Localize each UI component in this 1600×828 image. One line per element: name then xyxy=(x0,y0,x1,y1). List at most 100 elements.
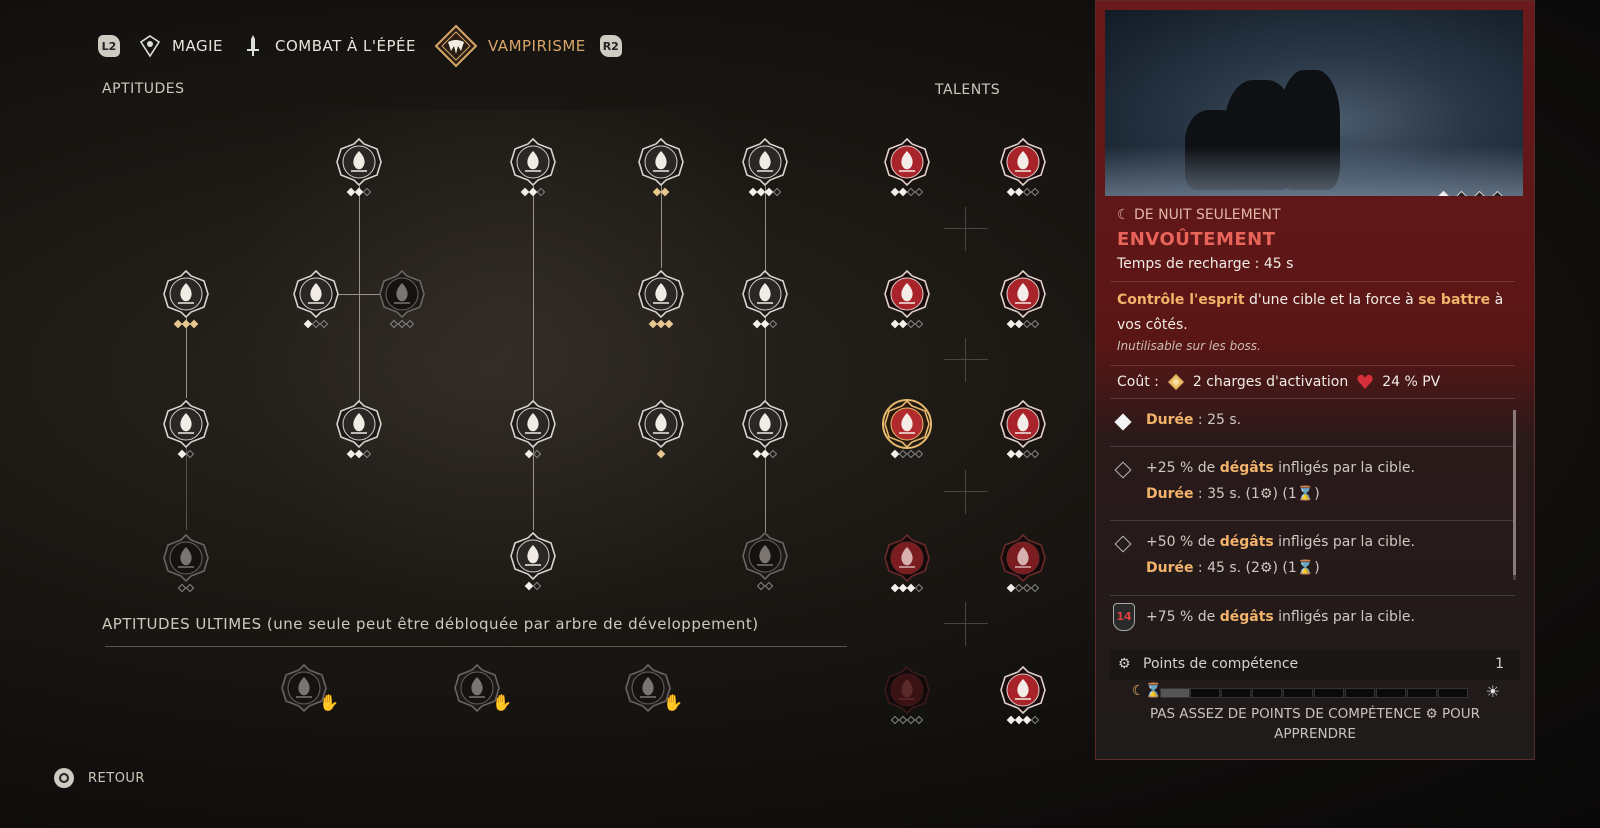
connector-line xyxy=(186,448,187,530)
skill-node-bone-hand[interactable] xyxy=(334,399,384,459)
level-pip xyxy=(185,449,195,459)
level-pip xyxy=(1030,715,1040,725)
progress-bar: ☾⌛ ☀ xyxy=(1132,682,1500,701)
back-button[interactable]: RETOUR xyxy=(54,768,145,788)
level-line-2: Durée : 45 s. (2⚙) (1⌛) xyxy=(1146,560,1320,576)
ultimate-node-ult-skull[interactable]: ✋ xyxy=(279,663,339,713)
magic-eye-icon xyxy=(138,34,162,58)
level-pip xyxy=(914,583,924,593)
level-line-1: +25 % de dégâts infligés par la cible. xyxy=(1146,460,1415,476)
skill-cost: Coût : 2 charges d'activation 24 % PV xyxy=(1117,373,1440,391)
skill-node-dragon-claw[interactable] xyxy=(998,399,1048,459)
connector-line xyxy=(661,186,662,268)
activation-charge-icon xyxy=(1167,374,1184,390)
connector-line xyxy=(533,186,534,530)
skill-node-fang-flower[interactable] xyxy=(882,137,932,197)
blood-rain-icon xyxy=(740,137,790,187)
l2-trigger-button[interactable]: L2 xyxy=(98,35,120,57)
cost-label: Coût : xyxy=(1117,374,1159,390)
skill-node-blood-chalice[interactable] xyxy=(508,531,558,591)
level-pip xyxy=(189,319,199,329)
ultimate-node-ult-eye[interactable]: ✋ xyxy=(452,663,512,713)
skill-node-bird-wing[interactable] xyxy=(998,137,1048,197)
spiral-vortex-icon xyxy=(882,399,932,449)
skill-point-gear-icon: ⚙ xyxy=(1118,656,1131,672)
level-pip xyxy=(185,583,195,593)
skill-node-fangs-bite[interactable] xyxy=(508,137,558,197)
heart-thorn-icon xyxy=(998,533,1048,583)
skill-level-pips xyxy=(303,319,329,329)
skill-node-spiked-burst[interactable] xyxy=(998,269,1048,329)
spiked-burst-icon xyxy=(998,269,1048,319)
preview-pagination[interactable] xyxy=(1435,190,1506,196)
dragon-claw-icon xyxy=(998,399,1048,449)
skill-node-claw-fangs[interactable] xyxy=(291,269,341,329)
blood-chalice-icon xyxy=(508,531,558,581)
tab-vampirisme[interactable]: VAMPIRISME xyxy=(434,24,586,68)
skill-preview-video[interactable] xyxy=(1105,10,1523,196)
progress-segment xyxy=(1283,688,1313,698)
skill-node-wolf-head[interactable] xyxy=(882,269,932,329)
r2-trigger-button[interactable]: R2 xyxy=(599,35,622,57)
skill-level-pips xyxy=(1006,319,1040,329)
skill-node-beast-claw[interactable] xyxy=(740,531,790,591)
aptitudes-heading: APTITUDES xyxy=(102,81,185,97)
ultimate-divider xyxy=(105,646,847,647)
progress-segment xyxy=(1376,688,1406,698)
skill-node-hidden-eye[interactable] xyxy=(161,533,211,593)
skill-node-spiral-vortex[interactable] xyxy=(882,399,932,459)
bone-hand-icon xyxy=(334,399,384,449)
level-pip xyxy=(914,319,924,329)
sword-icon xyxy=(241,34,265,58)
skill-level-pips xyxy=(752,449,778,459)
skill-node-triple-claw[interactable] xyxy=(740,399,790,459)
cost-hp: 24 % PV xyxy=(1382,374,1441,390)
skill-node-wolf-howl[interactable] xyxy=(998,665,1048,725)
skill-node-mist-drop[interactable] xyxy=(334,137,384,197)
level-pip xyxy=(532,449,542,459)
skill-node-crossed-blades[interactable] xyxy=(508,399,558,459)
progress-fill xyxy=(1160,688,1190,698)
skill-node-bull-skull[interactable] xyxy=(882,533,932,593)
skill-node-bat-swarm[interactable] xyxy=(636,269,686,329)
crossed-blades-icon xyxy=(508,399,558,449)
moon-icon: ☾⌛ xyxy=(1132,683,1162,699)
level-pip xyxy=(764,581,774,591)
skill-level-pips xyxy=(890,449,924,459)
skill-node-eye-sigil[interactable] xyxy=(636,137,686,197)
moon-icon: ☾ xyxy=(1117,207,1135,223)
skill-node-blood-drops[interactable] xyxy=(161,399,211,459)
ultimate-heading: APTITUDES ULTIMES (une seule peut être d… xyxy=(102,615,759,633)
level-pip xyxy=(1030,319,1040,329)
health-heart-icon xyxy=(1357,374,1373,389)
level-pip xyxy=(664,319,674,329)
skill-title: ENVOÛTEMENT xyxy=(1117,229,1276,250)
separator xyxy=(1110,398,1515,399)
skill-level-pips xyxy=(177,449,195,459)
level-pip xyxy=(319,319,329,329)
skill-node-heart-thorn[interactable] xyxy=(998,533,1048,593)
levels-scrollbar[interactable] xyxy=(1513,410,1516,580)
skill-level-pips xyxy=(648,319,674,329)
progress-segment xyxy=(1252,688,1282,698)
dark-sigil-icon xyxy=(377,269,427,319)
skill-node-flame-hand[interactable] xyxy=(161,269,211,329)
bat-swarm-icon xyxy=(636,269,686,319)
vampire-fangs-icon xyxy=(434,24,478,68)
skill-node-blood-rain[interactable] xyxy=(740,137,790,197)
skill-node-dark-sigil[interactable] xyxy=(377,269,427,329)
level-pip xyxy=(768,449,778,459)
tab-magie[interactable]: MAGIE xyxy=(138,34,223,58)
level-pip xyxy=(1030,449,1040,459)
skill-node-heart-rose[interactable] xyxy=(636,399,686,459)
skill-node-claw-slash[interactable] xyxy=(740,269,790,329)
skill-node-slash-marks[interactable] xyxy=(882,665,932,725)
skill-level-pips xyxy=(177,583,195,593)
skill-level-pips xyxy=(890,319,924,329)
skill-level-pips xyxy=(752,319,778,329)
tab-combat-epee[interactable]: COMBAT À L'ÉPÉE xyxy=(241,34,416,58)
ultimate-node-ult-rune[interactable]: ✋ xyxy=(623,663,683,713)
skill-level-pips xyxy=(890,187,924,197)
skill-level-pips xyxy=(389,319,415,329)
scrollbar-thumb[interactable] xyxy=(1513,410,1516,575)
